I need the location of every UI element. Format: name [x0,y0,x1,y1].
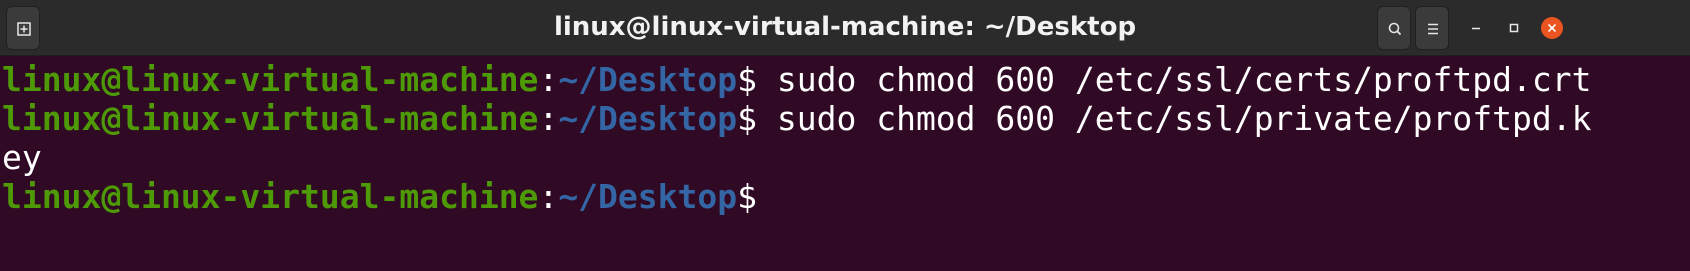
prompt-separator: : [538,99,559,138]
search-button[interactable] [1377,6,1411,50]
command-text: sudo chmod 600 /etc/ssl/certs/proftpd.cr… [757,60,1592,99]
prompt-user: linux@linux-virtual-machine [2,99,539,138]
prompt-symbol: $ [737,60,757,99]
prompt-symbol: $ [737,99,757,138]
terminal-line: linux@linux-virtual-machine:~/Desktop$ [0,177,1690,216]
terminal-line: linux@linux-virtual-machine:~/Desktop$ s… [0,99,1690,138]
prompt-separator: : [538,60,559,99]
prompt-user: linux@linux-virtual-machine [2,60,539,99]
prompt-path: ~/Desktop [558,177,738,216]
terminal-output[interactable]: linux@linux-virtual-machine:~/Desktop$ s… [0,56,1690,271]
maximize-icon [1509,23,1519,33]
command-text: sudo chmod 600 /etc/ssl/private/proftpd.… [757,99,1592,138]
minimize-icon [1472,27,1480,30]
prompt-separator: : [538,177,559,216]
prompt-path: ~/Desktop [558,60,738,99]
menu-button[interactable] [1415,6,1449,50]
search-icon [1388,22,1402,36]
maximize-button[interactable] [1499,13,1529,43]
terminal-line: ey [0,138,1690,177]
prompt-user: linux@linux-virtual-machine [2,177,539,216]
close-button[interactable] [1537,13,1567,43]
wrapped-text: ey [2,138,42,177]
close-icon [1541,17,1563,39]
prompt-path: ~/Desktop [558,99,738,138]
terminal-line: linux@linux-virtual-machine:~/Desktop$ s… [0,60,1690,99]
prompt-symbol: $ [737,177,757,216]
minimize-button[interactable] [1461,13,1491,43]
terminal-window: linux@linux-virtual-machine: ~/Desktop l… [0,0,1690,271]
hamburger-menu-icon [1428,23,1438,35]
title-bar[interactable]: linux@linux-virtual-machine: ~/Desktop [0,0,1690,56]
